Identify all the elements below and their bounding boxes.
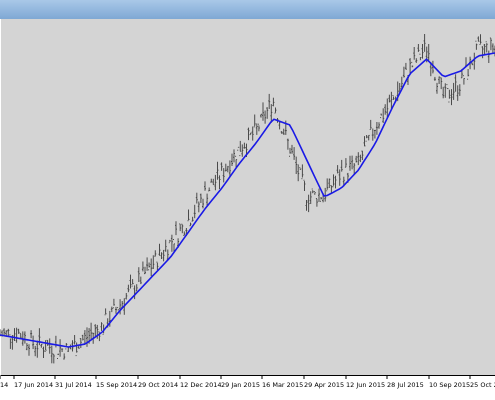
x-tick-label: 25 Oct 2015 [470,381,495,389]
chart-frame: 14 17 Jun 2014 31 Jul 2014 15 Sep 2014 29 Oc… [0,19,495,400]
x-tick-label: 10 Sep 2015 [429,381,470,389]
x-axis-ticks: 14 17 Jun 2014 31 Jul 2014 15 Sep 2014 29 Oc… [0,375,495,389]
window-title-bar[interactable] [0,0,495,20]
x-tick-label: 12 Dec 2014 [180,381,222,389]
x-tick-label: 14 [0,381,8,389]
x-tick-label: 29 Oct 2014 [138,381,178,389]
x-tick-label: 17 Jun 2014 [14,381,53,389]
x-tick-label: 29 Jan 2015 [221,381,260,389]
x-tick-label: 29 Apr 2015 [304,381,344,389]
plot-area [1,19,495,375]
x-tick-label: 31 Jul 2014 [55,381,92,389]
x-tick-label: 16 Mar 2015 [262,381,303,389]
price-chart[interactable]: 14 17 Jun 2014 31 Jul 2014 15 Sep 2014 29 Oc… [0,19,495,400]
x-tick-label: 15 Sep 2014 [96,381,137,389]
x-tick-label: 12 Jun 2015 [346,381,385,389]
price-bar [0,329,1,337]
chart-window: 14 17 Jun 2014 31 Jul 2014 15 Sep 2014 29 Oc… [0,0,495,400]
x-tick-label: 28 Jul 2015 [387,381,424,389]
